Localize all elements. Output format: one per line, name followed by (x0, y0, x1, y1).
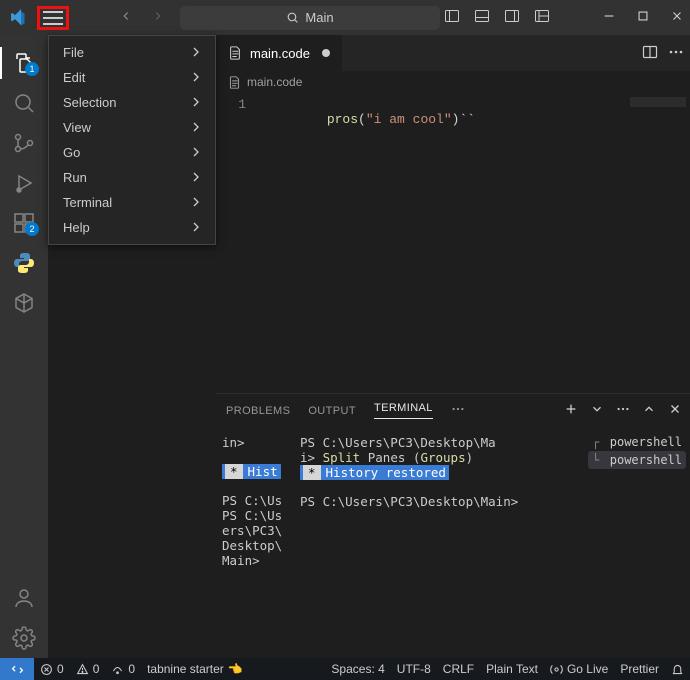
activity-source-control[interactable] (0, 123, 48, 163)
terminal-list-item[interactable]: └ powershell (588, 451, 686, 469)
activity-copilot-icon[interactable] (0, 283, 48, 323)
extensions-badge: 2 (25, 222, 39, 236)
terminal-sidebar: ┌ powershell └ powershell (584, 427, 690, 658)
status-ports[interactable]: 0 (105, 662, 141, 676)
nav-back-icon[interactable] (119, 9, 133, 26)
panel-tabs: PROBLEMS OUTPUT TERMINAL (216, 394, 690, 427)
chevron-right-icon (191, 145, 201, 160)
file-icon (228, 76, 241, 89)
terminal-icon (605, 454, 606, 466)
chevron-right-icon (191, 70, 201, 85)
broadcast-icon (550, 663, 563, 676)
status-encoding[interactable]: UTF-8 (391, 662, 437, 676)
menu-item-terminal[interactable]: Terminal (49, 190, 215, 215)
tab-dirty-indicator-icon (322, 49, 330, 57)
split-editor-icon[interactable] (642, 44, 658, 63)
panel-close-icon[interactable] (668, 402, 682, 419)
menu-item-edit[interactable]: Edit (49, 65, 215, 90)
nav-forward-icon[interactable] (151, 9, 165, 26)
breadcrumb[interactable]: main.code (216, 71, 690, 93)
window-maximize-icon[interactable] (636, 9, 650, 26)
activity-extensions[interactable]: 2 (0, 203, 48, 243)
status-bar: 0 0 0 tabnine starter 👈 Spaces: 4 UTF-8 … (0, 658, 690, 680)
menu-item-file[interactable]: File (49, 40, 215, 65)
chevron-right-icon (191, 195, 201, 210)
status-errors[interactable]: 0 (34, 662, 70, 676)
status-notifications-icon[interactable] (665, 662, 690, 676)
window-minimize-icon[interactable] (602, 9, 616, 26)
terminal-more-icon[interactable] (616, 402, 630, 419)
layout-sidebar-right-icon[interactable] (504, 8, 520, 27)
activity-settings[interactable] (0, 618, 48, 658)
activity-accounts[interactable] (0, 578, 48, 618)
terminal-new-icon[interactable] (564, 402, 578, 419)
breadcrumb-file: main.code (247, 75, 302, 89)
panel-tab-more-icon[interactable] (451, 402, 465, 419)
hamburger-highlight (37, 6, 69, 30)
chevron-right-icon (191, 45, 201, 60)
menu-item-run[interactable]: Run (49, 165, 215, 190)
status-go-live[interactable]: Go Live (544, 662, 614, 676)
tab-more-icon[interactable] (668, 44, 684, 63)
title-bar: Main (0, 0, 690, 35)
history-restored-banner: *History restored (300, 465, 449, 480)
line-number: 1 (216, 97, 260, 112)
chevron-right-icon (191, 170, 201, 185)
menu-item-go[interactable]: Go (49, 140, 215, 165)
activity-explorer[interactable]: 1 (0, 43, 48, 83)
chevron-right-icon (191, 120, 201, 135)
status-language[interactable]: Plain Text (480, 662, 544, 676)
layout-sidebar-left-icon[interactable] (444, 8, 460, 27)
panel-tab-terminal[interactable]: TERMINAL (374, 402, 433, 419)
terminal-pane-2[interactable]: PS C:\Users\PC3\Desktop\Ma i> Split Pane… (294, 427, 584, 658)
status-tabnine[interactable]: tabnine starter 👈 (141, 662, 249, 676)
editor-tab-maincode[interactable]: main.code (216, 35, 343, 71)
menu-item-view[interactable]: View (49, 115, 215, 140)
activity-search[interactable] (0, 83, 48, 123)
tab-filename: main.code (250, 46, 310, 61)
code-editor[interactable]: 1 pros("i am cool")`` (216, 93, 690, 393)
app-menu-dropdown: File Edit Selection View Go Run Terminal… (48, 35, 216, 245)
terminal-dropdown-icon[interactable] (590, 402, 604, 419)
explorer-badge: 1 (25, 62, 39, 76)
status-eol[interactable]: CRLF (437, 662, 480, 676)
terminal-pane-1[interactable]: in> *Hist PS C:\Us PS C:\Us PS C:\Us ers… (216, 427, 294, 658)
terminal-list-item[interactable]: ┌ powershell (588, 433, 686, 451)
panel-maximize-icon[interactable] (642, 402, 656, 419)
editor-tab-bar: main.code (216, 35, 690, 71)
minimap[interactable] (630, 97, 686, 107)
vscode-logo-icon (0, 0, 35, 35)
command-center-search[interactable]: Main (180, 6, 440, 30)
search-icon (286, 11, 299, 24)
activity-python-icon[interactable] (0, 243, 48, 283)
chevron-right-icon (191, 95, 201, 110)
chevron-right-icon (191, 220, 201, 235)
layout-customize-icon[interactable] (534, 8, 550, 27)
menu-item-selection[interactable]: Selection (49, 90, 215, 115)
window-close-icon[interactable] (670, 9, 684, 26)
hamburger-menu-button[interactable] (43, 11, 63, 25)
panel-tab-problems[interactable]: PROBLEMS (226, 405, 290, 417)
layout-panel-icon[interactable] (474, 8, 490, 27)
menu-item-help[interactable]: Help (49, 215, 215, 240)
command-center-text: Main (305, 10, 333, 25)
history-restored-banner: *Hist (222, 464, 281, 479)
panel-tab-output[interactable]: OUTPUT (308, 405, 356, 417)
status-warnings[interactable]: 0 (70, 662, 106, 676)
code-line-1: pros("i am cool")`` (280, 97, 475, 142)
editor-area: main.code main.code 1 pros("i am cool")`… (216, 35, 690, 658)
activity-run-debug[interactable] (0, 163, 48, 203)
activity-bar: 1 2 (0, 35, 48, 658)
file-icon (228, 46, 242, 60)
panel: PROBLEMS OUTPUT TERMINAL in> *Hist PS C:… (216, 393, 690, 658)
status-prettier[interactable]: Prettier (614, 662, 665, 676)
status-remote[interactable] (0, 658, 34, 680)
terminal-icon (605, 436, 606, 448)
status-spaces[interactable]: Spaces: 4 (325, 662, 390, 676)
